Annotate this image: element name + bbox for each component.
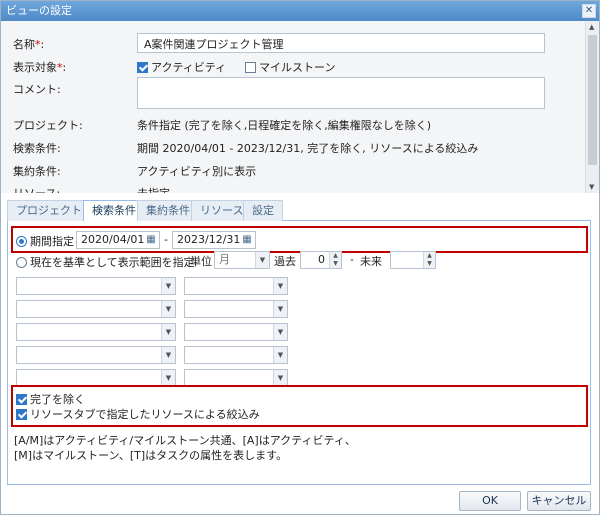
name-row: 名称*: A案件関連プロジェクト管理 bbox=[13, 33, 573, 53]
dialog-title: ビューの設定 bbox=[6, 4, 72, 17]
scrollbar-thumb[interactable] bbox=[588, 35, 597, 165]
dialog-titlebar: ビューの設定 ✕ bbox=[1, 1, 599, 21]
cancel-button[interactable]: キャンセル bbox=[527, 491, 591, 511]
comment-textarea[interactable] bbox=[137, 77, 545, 109]
period-radio[interactable]: 期間指定 bbox=[16, 233, 74, 249]
chevron-down-icon[interactable]: ▼ bbox=[161, 301, 175, 317]
radio-unselected-icon[interactable] bbox=[16, 257, 27, 268]
condition-select-2[interactable]: ▼ bbox=[184, 300, 288, 318]
exclude-done-checkbox[interactable]: 完了を除く bbox=[16, 391, 85, 407]
chevron-down-icon[interactable]: ▼ bbox=[273, 347, 287, 363]
calendar-icon[interactable]: ▦ bbox=[239, 232, 255, 250]
date-separator: - bbox=[164, 233, 168, 246]
relative-radio[interactable]: 現在を基準として表示範囲を指定 bbox=[16, 254, 195, 270]
period-label: 期間指定 bbox=[30, 235, 74, 248]
comment-label: コメント: bbox=[13, 83, 61, 96]
resource-row: リソース: 未指定 bbox=[13, 185, 573, 193]
project-label: プロジェクト: bbox=[13, 119, 83, 132]
checkbox-checked-icon[interactable] bbox=[16, 409, 27, 420]
chevron-down-icon[interactable]: ▼ bbox=[161, 347, 175, 363]
condition-select-1[interactable]: ▼ bbox=[184, 277, 288, 295]
date-to-input[interactable]: 2023/12/31 ▦ bbox=[172, 231, 256, 249]
search-value: 期間 2020/04/01 - 2023/12/31, 完了を除く, リソースに… bbox=[137, 142, 479, 155]
attribute-select-4[interactable]: ▼ bbox=[16, 346, 176, 364]
checkbox-checked-icon[interactable] bbox=[137, 62, 148, 73]
name-label: 名称*: bbox=[13, 38, 45, 51]
project-row: プロジェクト: 条件指定 (完了を除く,日程確定を除く,編集権限なしを除く) bbox=[13, 117, 573, 132]
checkbox-unchecked-icon[interactable] bbox=[245, 62, 256, 73]
date-to-value: 2023/12/31 bbox=[177, 233, 241, 246]
chevron-down-icon[interactable]: ▼ bbox=[255, 252, 269, 268]
chevron-down-icon[interactable]: ▼ bbox=[273, 278, 287, 294]
required-mark: * bbox=[57, 61, 63, 74]
radio-selected-icon[interactable] bbox=[16, 236, 27, 247]
aggregate-row: 集約条件: アクティビティ別に表示 bbox=[13, 163, 573, 178]
unit-select[interactable]: 月 ▼ bbox=[214, 251, 270, 269]
future-label: 未来 bbox=[360, 255, 382, 268]
legend-note-line-1: [A/M]はアクティビティ/マイルストーン共通、[A]はアクティビティ、 bbox=[14, 434, 356, 447]
close-icon[interactable]: ✕ bbox=[582, 4, 596, 18]
target-milestone-label: マイルストーン bbox=[259, 61, 336, 74]
required-mark: * bbox=[35, 38, 41, 51]
past-label: 過去 bbox=[274, 255, 296, 268]
ok-button[interactable]: OK bbox=[459, 491, 521, 511]
view-settings-dialog: ビューの設定 ✕ 名称*: A案件関連プロジェクト管理 表示対象*: アクティビ… bbox=[0, 0, 600, 515]
legend-note: [A/M]はアクティビティ/マイルストーン共通、[A]はアクティビティ、 [M]… bbox=[14, 433, 356, 463]
resource-filter-label: リソースタブで指定したリソースによる絞込み bbox=[30, 408, 260, 421]
settings-tabs: プロジェクト 検索条件 集約条件 リソース 設定 bbox=[7, 200, 591, 222]
spinner-icon[interactable]: ▲ ▼ bbox=[423, 252, 435, 268]
search-panel: 期間指定 2020/04/01 ▦ - 2023/12/31 ▦ 現在を基準とし… bbox=[7, 221, 591, 485]
calendar-icon[interactable]: ▦ bbox=[143, 232, 159, 250]
aggregate-label: 集約条件: bbox=[13, 165, 61, 178]
tab-settings[interactable]: 設定 bbox=[243, 200, 283, 221]
attribute-select-2[interactable]: ▼ bbox=[16, 300, 176, 318]
past-value: 0 bbox=[318, 253, 325, 266]
search-label: 検索条件: bbox=[13, 142, 61, 155]
exclude-done-label: 完了を除く bbox=[30, 393, 85, 406]
future-spinner[interactable]: ▲ ▼ bbox=[390, 251, 436, 269]
name-label-text: 名称 bbox=[13, 38, 35, 51]
date-from-input[interactable]: 2020/04/01 ▦ bbox=[76, 231, 160, 249]
target-activity-label: アクティビティ bbox=[151, 61, 227, 74]
target-label: 表示対象*: bbox=[13, 61, 67, 74]
chevron-down-icon[interactable]: ▼ bbox=[273, 301, 287, 317]
legend-note-line-2: [M]はマイルストーン、[T]はタスクの属性を表します。 bbox=[14, 449, 288, 462]
scroll-up-icon[interactable]: ▲ bbox=[589, 23, 594, 31]
chevron-down-icon[interactable]: ▼ bbox=[161, 278, 175, 294]
range-separator: - bbox=[350, 253, 354, 266]
target-label-text: 表示対象 bbox=[13, 61, 57, 74]
unit-label: 単位 bbox=[190, 255, 212, 268]
target-activity-checkbox[interactable]: アクティビティ bbox=[137, 59, 226, 75]
date-from-value: 2020/04/01 bbox=[81, 233, 145, 246]
tab-aggregate[interactable]: 集約条件 bbox=[137, 200, 199, 221]
resource-value: 未指定 bbox=[137, 185, 170, 193]
chevron-down-icon[interactable]: ▼ bbox=[161, 324, 175, 340]
chevron-down-icon[interactable]: ▼ bbox=[273, 324, 287, 340]
attribute-select-1[interactable]: ▼ bbox=[16, 277, 176, 295]
checkbox-checked-icon[interactable] bbox=[16, 394, 27, 405]
chevron-down-icon[interactable]: ▼ bbox=[161, 370, 175, 386]
scroll-down-icon[interactable]: ▼ bbox=[589, 183, 594, 191]
comment-row: コメント: bbox=[13, 77, 573, 111]
unit-value: 月 bbox=[219, 253, 230, 266]
condition-select-3[interactable]: ▼ bbox=[184, 323, 288, 341]
past-spinner[interactable]: 0 ▲ ▼ bbox=[300, 251, 342, 269]
summary-area: 名称*: A案件関連プロジェクト管理 表示対象*: アクティビティ マイルストー… bbox=[1, 21, 599, 193]
summary-scrollbar[interactable]: ▲ ▼ bbox=[585, 21, 599, 193]
chevron-down-icon[interactable]: ▼ bbox=[273, 370, 287, 386]
resource-label: リソース: bbox=[13, 185, 60, 193]
resource-filter-checkbox[interactable]: リソースタブで指定したリソースによる絞込み bbox=[16, 406, 260, 422]
search-row: 検索条件: 期間 2020/04/01 - 2023/12/31, 完了を除く,… bbox=[13, 140, 573, 155]
aggregate-value: アクティビティ別に表示 bbox=[137, 165, 257, 178]
condition-select-4[interactable]: ▼ bbox=[184, 346, 288, 364]
attribute-select-3[interactable]: ▼ bbox=[16, 323, 176, 341]
tab-search[interactable]: 検索条件 bbox=[83, 200, 145, 222]
spinner-icon[interactable]: ▲ ▼ bbox=[329, 252, 341, 268]
name-input[interactable]: A案件関連プロジェクト管理 bbox=[137, 33, 545, 53]
target-milestone-checkbox[interactable]: マイルストーン bbox=[245, 59, 335, 75]
target-row: 表示対象*: アクティビティ マイルストーン bbox=[13, 57, 573, 75]
tab-project[interactable]: プロジェクト bbox=[7, 200, 91, 221]
relative-label: 現在を基準として表示範囲を指定 bbox=[30, 256, 195, 269]
project-value: 条件指定 (完了を除く,日程確定を除く,編集権限なしを除く) bbox=[137, 119, 432, 132]
